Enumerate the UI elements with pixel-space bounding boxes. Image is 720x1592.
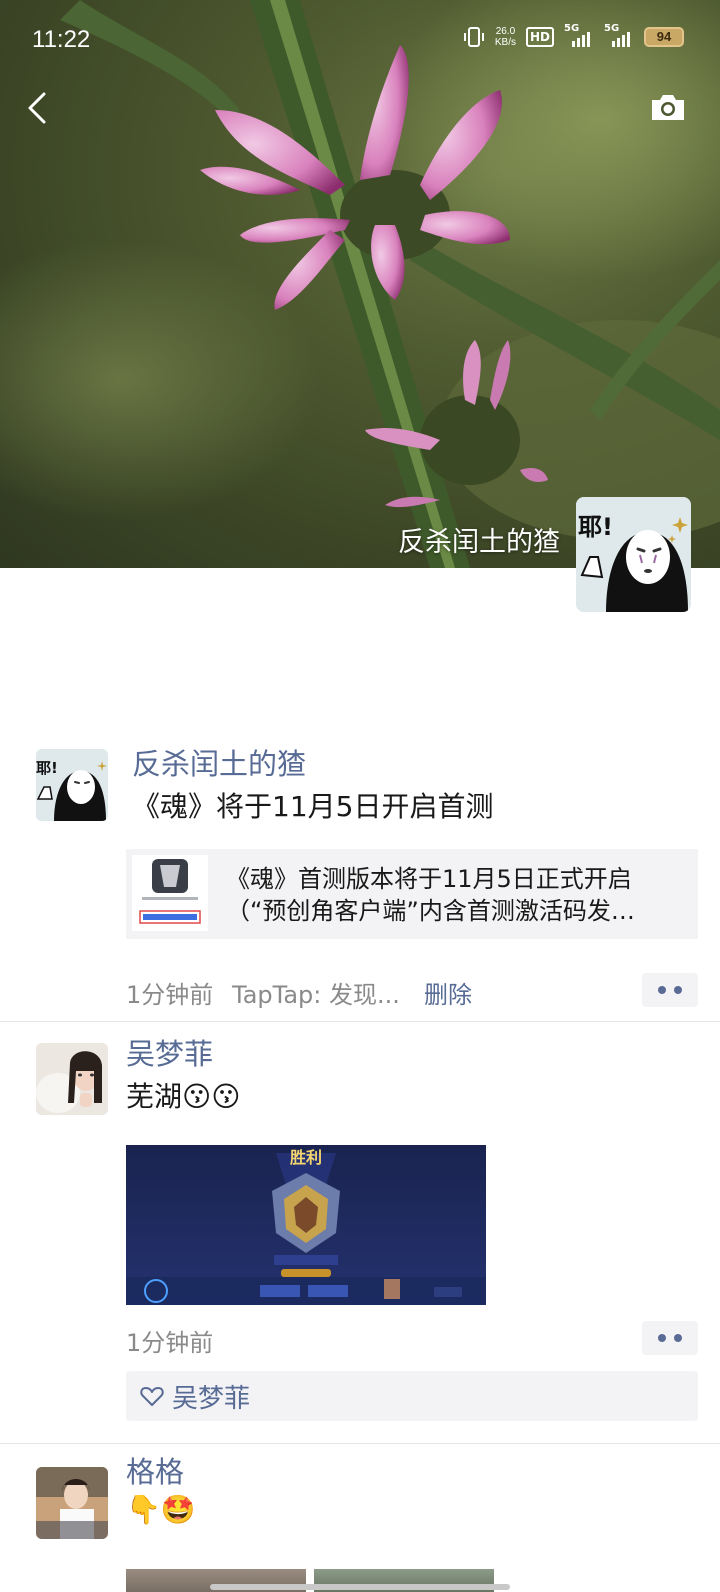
status-indicators: 26.0 KB/s HD 5G 5G 94 — [463, 23, 684, 48]
post-image[interactable]: 胜利 — [126, 1145, 486, 1305]
sim2-label: 5G — [604, 23, 620, 34]
shared-link-card[interactable]: 《魂》首测版本将于11月5日正式开启 （“预创角客户端”内含首测激活码发… — [126, 849, 698, 939]
post-divider — [0, 1021, 720, 1022]
avatar-image: 耶! — [36, 749, 108, 821]
avatar-text: 耶! — [578, 513, 613, 541]
post-time: 1分钟前 — [126, 1329, 214, 1357]
signal-icon: 5G — [604, 23, 634, 47]
game-screenshot: 胜利 — [126, 1145, 486, 1305]
avatar-image: 耶! — [576, 497, 691, 612]
hd-badge: HD — [525, 27, 554, 47]
status-bar: 11:22 26.0 KB/s HD 5G 5G 94 — [0, 0, 720, 80]
post-author-name[interactable]: 反杀闰土的猹 — [132, 741, 306, 783]
link-title: 《魂》首测版本将于11月5日正式开启 — [226, 865, 632, 893]
link-subtitle: （“预创角客户端”内含首测激活码发… — [226, 897, 635, 925]
post-divider — [0, 1443, 720, 1444]
post-author-name[interactable]: 格格 — [126, 1449, 184, 1491]
post-source[interactable]: TapTap: 发现... — [232, 975, 400, 1010]
likes-bar: 吴梦菲 — [126, 1371, 698, 1421]
game-title: 胜利 — [290, 1148, 322, 1167]
post-avatar[interactable] — [36, 1467, 108, 1539]
heart-outline-icon — [140, 1387, 164, 1406]
net-speed: 26.0 KB/s — [495, 26, 516, 48]
link-text: 《魂》首测版本将于11月5日正式开启 （“预创角客户端”内含首测激活码发… — [226, 863, 686, 927]
avatar-text: 耶! — [36, 759, 58, 777]
more-dots-icon[interactable] — [642, 1321, 698, 1355]
post-text: 《魂》将于11月5日开启首测 — [132, 790, 494, 823]
battery-indicator: 94 — [644, 27, 684, 47]
game-app-icon — [132, 855, 208, 931]
avatar-image — [36, 1043, 108, 1115]
post-time: 1分钟前 — [126, 981, 214, 1009]
post-author-name[interactable]: 吴梦菲 — [126, 1031, 213, 1073]
camera-icon — [652, 95, 684, 120]
net-speed-value: 26.0 — [495, 26, 516, 37]
post-avatar[interactable]: 耶! — [36, 749, 108, 821]
avatar-image — [36, 1467, 108, 1539]
home-indicator[interactable] — [210, 1584, 510, 1590]
delete-button[interactable]: 删除 — [424, 975, 472, 1010]
net-speed-unit: KB/s — [494, 37, 516, 48]
post-text: 芜湖😗😗 — [126, 1080, 241, 1113]
more-dots-icon[interactable] — [642, 973, 698, 1007]
chevron-left-icon — [28, 92, 46, 124]
post-avatar[interactable] — [36, 1043, 108, 1115]
post-text: 👇🤩 — [126, 1493, 196, 1526]
sim1-label: 5G — [564, 23, 580, 34]
flower-photo — [0, 0, 720, 568]
vibrate-icon — [463, 27, 484, 47]
camera-button[interactable] — [648, 90, 688, 126]
cover-photo[interactable]: 11:22 26.0 KB/s HD 5G 5G 94 — [0, 0, 720, 568]
link-thumbnail — [132, 855, 208, 931]
status-time: 11:22 — [32, 26, 91, 53]
cover-avatar[interactable]: 耶! — [576, 497, 691, 612]
like-user-names[interactable]: 吴梦菲 — [172, 1378, 250, 1415]
back-button[interactable] — [20, 86, 56, 130]
signal-icon: 5G — [564, 23, 594, 47]
cover-user-name[interactable]: 反杀闰土的猹 — [398, 520, 560, 559]
